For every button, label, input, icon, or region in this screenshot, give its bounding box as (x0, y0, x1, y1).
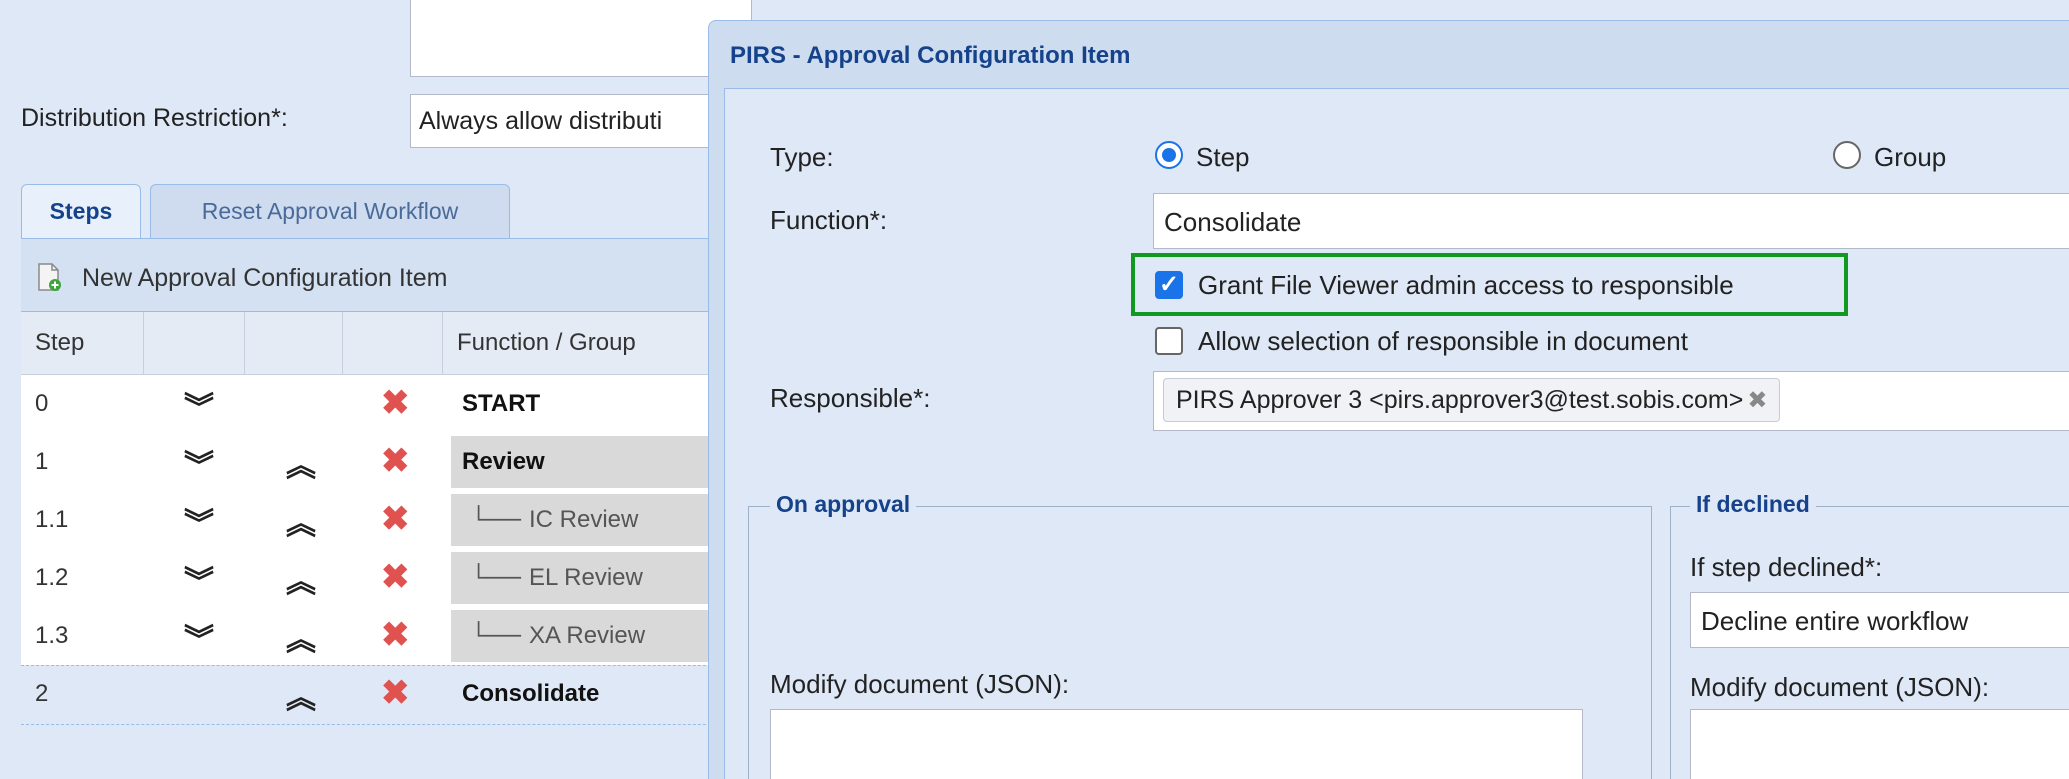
double-chevron-down-icon[interactable]: ︾ (184, 499, 214, 543)
allow-selection-label[interactable]: Allow selection of responsible in docume… (1198, 326, 1688, 357)
double-chevron-up-icon[interactable]: ︽ (286, 499, 316, 543)
responsible-label: Responsible*: (770, 383, 931, 413)
row-function: Consolidate (462, 680, 600, 707)
tree-connector: └── (470, 564, 522, 591)
type-label: Type: (770, 142, 834, 172)
modify-document-label: Modify document (JSON): (770, 669, 1070, 699)
remove-icon[interactable]: ✖ (1747, 387, 1767, 414)
header-move-down (144, 312, 245, 374)
radio-selected-dot (1162, 148, 1176, 162)
row-step-number: 1.3 (35, 622, 69, 649)
delete-x-icon[interactable]: ✖ (381, 615, 410, 655)
delete-x-icon[interactable]: ✖ (381, 383, 410, 423)
declined-modify-document-label: Modify document (JSON): (1690, 672, 1990, 702)
new-document-icon[interactable] (37, 263, 61, 291)
row-step-number: 1.2 (35, 564, 69, 591)
header-step[interactable]: Step (21, 312, 144, 374)
if-declined-legend: If declined (1690, 491, 1816, 518)
tree-connector: └── (470, 622, 522, 649)
delete-x-icon[interactable]: ✖ (381, 499, 410, 539)
double-chevron-down-icon[interactable]: ︾ (184, 615, 214, 659)
delete-x-icon[interactable]: ✖ (381, 557, 410, 597)
new-approval-item-button[interactable]: New Approval Configuration Item (82, 264, 447, 293)
double-chevron-down-icon[interactable]: ︾ (184, 557, 214, 601)
row-step-number: 1.1 (35, 506, 69, 533)
function-input[interactable]: Consolidate (1153, 193, 2069, 249)
tab-steps[interactable]: Steps (21, 184, 141, 238)
responsible-value: PIRS Approver 3 <pirs.approver3@test.sob… (1176, 386, 1744, 414)
double-chevron-down-icon[interactable]: ︾ (184, 441, 214, 485)
double-chevron-up-icon[interactable]: ︽ (286, 557, 316, 601)
if-step-declined-select[interactable]: Decline entire workflow (1690, 592, 2069, 648)
distribution-restriction-label: Distribution Restriction*: (21, 104, 288, 132)
double-chevron-up-icon[interactable]: ︽ (286, 615, 316, 659)
row-step-number: 0 (35, 390, 49, 417)
double-chevron-up-icon[interactable]: ︽ (286, 673, 316, 717)
delete-x-icon[interactable]: ✖ (381, 441, 410, 481)
grant-admin-access-checkbox[interactable]: ✓ (1155, 271, 1183, 299)
modify-document-textarea[interactable] (770, 709, 1583, 779)
radio-group[interactable] (1833, 141, 1861, 169)
declined-modify-document-textarea[interactable] (1690, 709, 2069, 779)
row-function: START (462, 390, 541, 417)
header-function-group[interactable]: Function / Group (443, 312, 751, 374)
radio-step-label[interactable]: Step (1196, 142, 1250, 173)
radio-group-label[interactable]: Group (1874, 142, 1946, 173)
header-delete (343, 312, 443, 374)
row-function: XA Review (529, 622, 646, 649)
top-field[interactable] (410, 0, 752, 77)
dialog-title: PIRS - Approval Configuration Item (730, 42, 1131, 69)
row-step-number: 1 (35, 448, 49, 475)
function-label: Function*: (770, 205, 888, 235)
double-chevron-down-icon[interactable]: ︾ (184, 383, 214, 427)
row-function: EL Review (529, 564, 643, 591)
row-function: IC Review (529, 506, 639, 533)
if-step-declined-label: If step declined*: (1690, 552, 1883, 582)
delete-x-icon[interactable]: ✖ (381, 673, 410, 713)
tree-connector: └── (470, 506, 522, 533)
double-chevron-up-icon[interactable]: ︽ (286, 441, 316, 485)
row-step-number: 2 (35, 680, 49, 707)
responsible-chip: PIRS Approver 3 <pirs.approver3@test.sob… (1163, 378, 1781, 422)
allow-selection-checkbox[interactable] (1155, 327, 1183, 355)
tab-reset-approval-workflow[interactable]: Reset Approval Workflow (150, 184, 510, 238)
row-function: Review (462, 448, 545, 475)
header-move-up (245, 312, 343, 374)
grant-admin-access-label[interactable]: Grant File Viewer admin access to respon… (1198, 270, 1734, 301)
on-approval-legend: On approval (770, 491, 917, 518)
